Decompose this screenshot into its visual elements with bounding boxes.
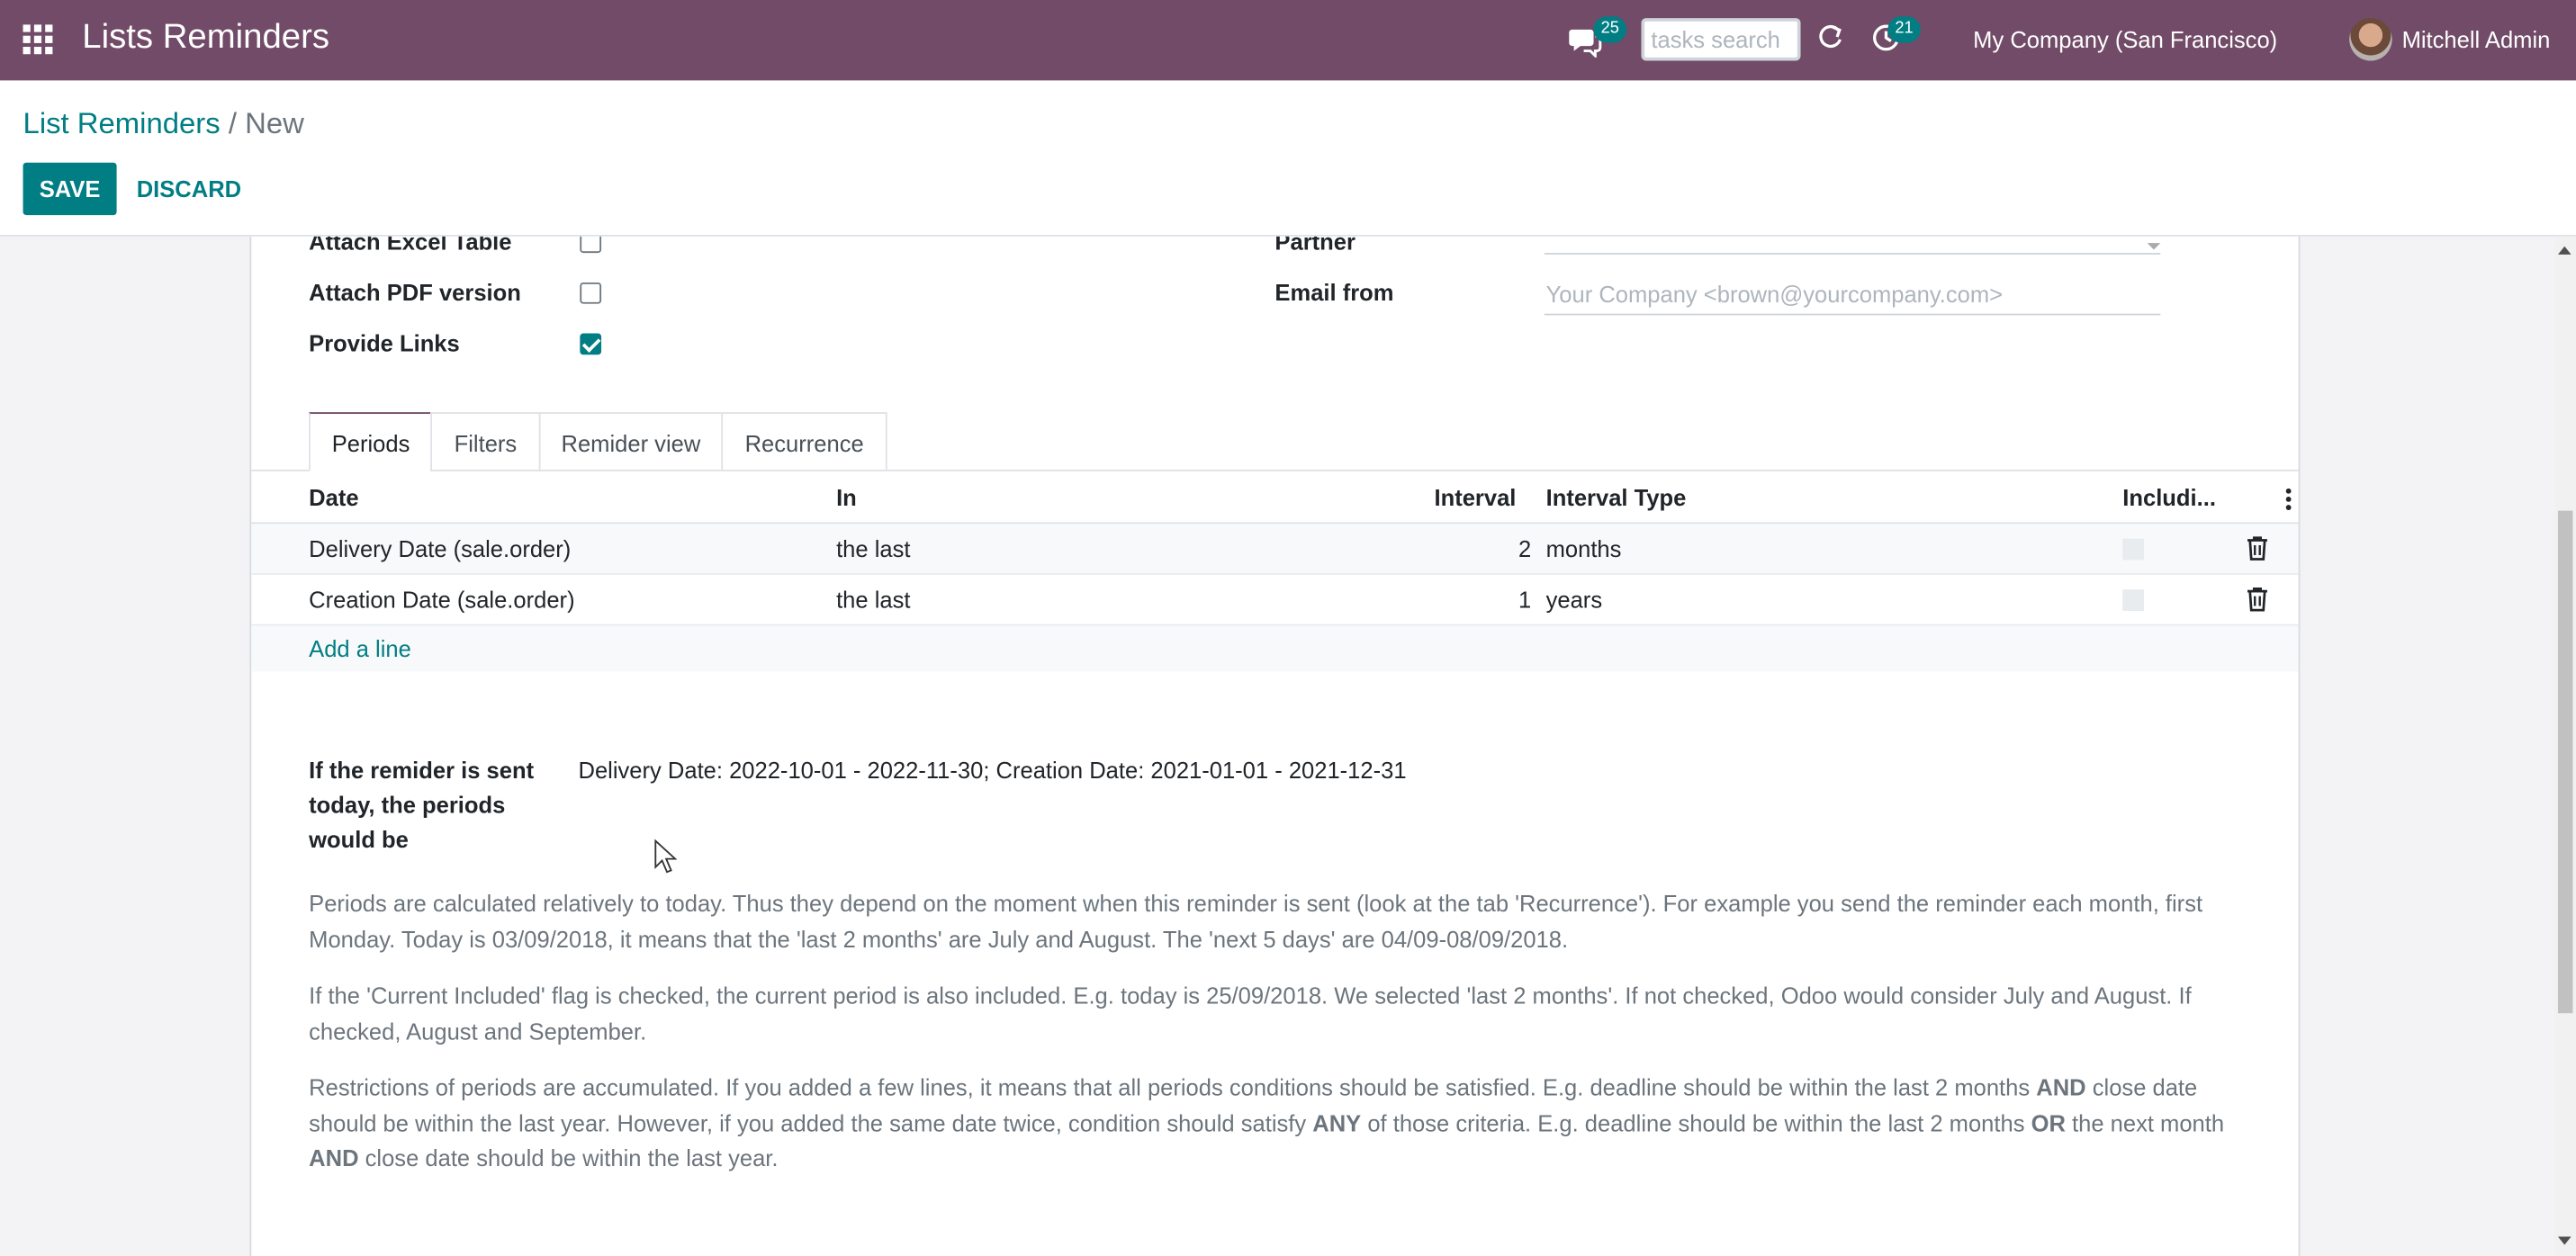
column-interval[interactable]: Interval: [1434, 484, 1516, 510]
tab-recurrence[interactable]: Recurrence: [722, 412, 887, 471]
table-row[interactable]: Delivery Date (sale.order) the last 2 mo…: [251, 524, 2299, 575]
tab-filters[interactable]: Filters: [431, 412, 538, 471]
scroll-up-arrow-icon[interactable]: [2557, 246, 2571, 255]
apps-grid-icon[interactable]: [22, 23, 55, 57]
help-keyword: ANY: [1312, 1108, 1362, 1136]
help-keyword: OR: [2031, 1108, 2066, 1136]
trash-icon[interactable]: [2246, 535, 2269, 561]
attach-pdf-label: Attach PDF version: [309, 279, 521, 306]
app-root: Lists Reminders 25 21 My Company (San Fr…: [0, 0, 2576, 1256]
row-in: the last: [836, 586, 911, 613]
email-from-placeholder: Your Company <brown@yourcompany.com>: [1545, 281, 2004, 308]
help-keyword: AND: [2036, 1073, 2086, 1100]
column-in[interactable]: In: [836, 484, 857, 510]
top-navbar: Lists Reminders 25 21 My Company (San Fr…: [0, 0, 2576, 81]
messages-count-badge: 25: [1593, 16, 1627, 43]
help-text: Restrictions of periods are accumulated.…: [309, 1073, 2037, 1100]
breadcrumb-separator: /: [228, 106, 237, 140]
provide-links-label: Provide Links: [309, 329, 460, 357]
company-switcher[interactable]: My Company (San Francisco): [1973, 26, 2277, 52]
email-from-label: Email from: [1274, 279, 1394, 306]
row-date: Creation Date (sale.order): [309, 586, 575, 613]
mouse-cursor-icon: [654, 839, 678, 874]
column-interval-type[interactable]: Interval Type: [1546, 484, 1687, 510]
user-menu[interactable]: Mitchell Admin: [2402, 26, 2551, 52]
help-text: the next month: [2065, 1108, 2225, 1136]
breadcrumb-parent-link[interactable]: List Reminders: [23, 107, 221, 140]
app-title[interactable]: Lists Reminders: [82, 18, 329, 58]
row-included-checkbox[interactable]: [2122, 538, 2145, 561]
control-panel: List Reminders / New SAVE DISCARD: [0, 80, 2576, 237]
row-interval-type: months: [1545, 535, 1622, 562]
scroll-down-arrow-icon[interactable]: [2557, 1236, 2571, 1245]
help-paragraph-2: If the 'Current Included' flag is checke…: [309, 982, 2192, 1044]
partner-dropdown-caret-icon[interactable]: [2147, 243, 2161, 250]
help-keyword: AND: [309, 1144, 359, 1171]
discard-button[interactable]: DISCARD: [130, 163, 248, 215]
help-text: close date should be within the last yea…: [358, 1144, 779, 1171]
attach-excel-label: Attach Excel Table: [309, 236, 512, 255]
periods-summary-label: If the remider is sent today, the period…: [309, 757, 535, 853]
periods-table-header: Date In Interval Interval Type Includi..…: [251, 471, 2299, 525]
column-options-kebab-icon[interactable]: [2285, 488, 2292, 511]
column-included[interactable]: Includi...: [2122, 484, 2216, 510]
row-date: Delivery Date (sale.order): [309, 535, 572, 562]
periods-summary-value: Delivery Date: 2022-10-01 - 2022-11-30; …: [578, 757, 1407, 784]
form-sheet: Attach Excel Table Attach PDF version Pr…: [249, 236, 2301, 1256]
help-paragraph-1: Periods are calculated relatively to tod…: [309, 890, 2203, 952]
sync-icon[interactable]: [1815, 23, 1845, 53]
help-text: of those criteria. E.g. deadline should …: [1361, 1108, 2031, 1136]
help-paragraph-3: Restrictions of periods are accumulated.…: [309, 1071, 2247, 1177]
row-interval: 2: [1518, 535, 1532, 562]
activities-count-badge: 21: [1887, 16, 1921, 43]
user-avatar[interactable]: [2349, 18, 2392, 61]
breadcrumb-current: New: [245, 106, 304, 140]
breadcrumb: List Reminders / New: [23, 107, 304, 141]
tab-reminder-view[interactable]: Remider view: [537, 412, 723, 471]
provide-links-checkbox[interactable]: [580, 333, 602, 355]
partner-label: Partner: [1274, 236, 1356, 255]
form-scroll-area: Attach Excel Table Attach PDF version Pr…: [0, 236, 2576, 1256]
add-line-link[interactable]: Add a line: [309, 635, 411, 661]
tab-periods[interactable]: Periods: [309, 412, 432, 471]
notebook-tabs: Periods Filters Remider view Recurrence: [309, 412, 887, 471]
trash-icon[interactable]: [2246, 587, 2269, 613]
attach-excel-checkbox[interactable]: [580, 236, 602, 254]
table-row[interactable]: Creation Date (sale.order) the last 1 ye…: [251, 575, 2299, 626]
scrollbar-thumb[interactable]: [2557, 510, 2573, 1014]
tasks-search-input[interactable]: [1641, 18, 1801, 61]
row-included-checkbox[interactable]: [2122, 589, 2145, 612]
add-line-row: Add a line: [251, 625, 2299, 672]
attach-pdf-checkbox[interactable]: [580, 282, 602, 304]
page-scrollbar[interactable]: [2554, 236, 2576, 1256]
partner-field[interactable]: [1544, 237, 2161, 255]
save-button[interactable]: SAVE: [23, 162, 117, 216]
row-in: the last: [836, 535, 911, 562]
row-interval: 1: [1518, 586, 1532, 613]
row-interval-type: years: [1545, 586, 1603, 613]
column-date[interactable]: Date: [309, 484, 358, 510]
